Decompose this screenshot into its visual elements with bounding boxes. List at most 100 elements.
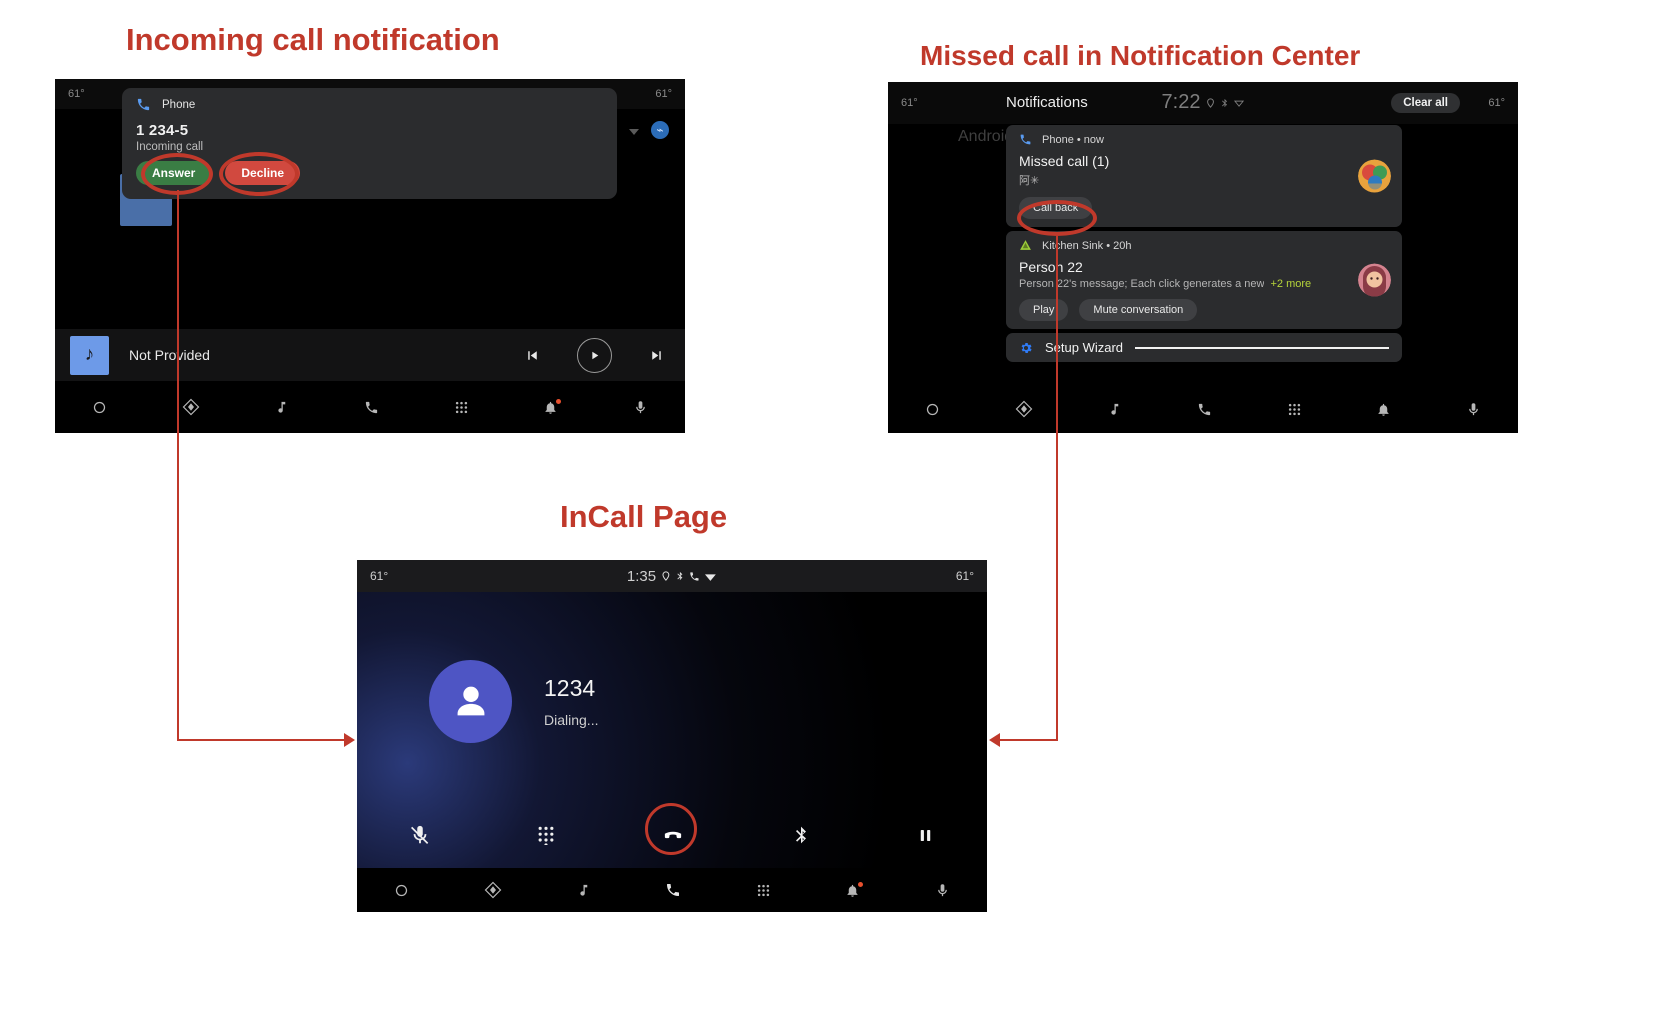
bottom-nav-bar (55, 381, 685, 433)
connector-answer-horizontal (177, 739, 344, 741)
phone-icon[interactable] (364, 400, 379, 415)
microphone-icon[interactable] (935, 883, 950, 898)
skip-next-icon[interactable] (648, 347, 665, 364)
incall-content: 1234 Dialing... (357, 592, 987, 868)
status-temp-right: 61° (1488, 97, 1505, 109)
music-note-icon[interactable] (274, 400, 289, 415)
phone-icon[interactable] (1197, 402, 1212, 417)
media-controls (524, 337, 665, 373)
bottom-nav-bar (357, 868, 987, 912)
phone-icon (1019, 133, 1032, 146)
heads-up-notification[interactable]: Phone 1 234-5 Incoming call Answer Decli… (122, 88, 617, 199)
notification-card-kitchen-sink[interactable]: Kitchen Sink • 20h Person 22 Person 22's… (1006, 231, 1402, 329)
mute-button[interactable] (409, 824, 431, 846)
phone-icon[interactable] (665, 882, 681, 898)
bell-icon[interactable] (543, 398, 562, 415)
person-icon (429, 660, 512, 743)
answer-button[interactable]: Answer (136, 161, 212, 185)
bottom-nav-bar (888, 385, 1518, 433)
home-circle-icon[interactable] (92, 400, 107, 415)
progress-bar (1135, 346, 1389, 349)
card-actions: Play Mute conversation (1019, 299, 1389, 321)
chevron-down-icon (629, 129, 639, 135)
status-clock-group: 1:35 (627, 568, 717, 585)
hun-app-name: Phone (162, 98, 196, 111)
card-app-and-time: Phone • now (1042, 133, 1104, 146)
status-temp-left: 61° (370, 569, 389, 583)
avatar (1358, 159, 1391, 193)
hold-button[interactable] (916, 826, 935, 845)
mute-conversation-button[interactable]: Mute conversation (1079, 299, 1198, 321)
kitchen-sink-icon (1019, 239, 1032, 252)
card-title: Person 22 (1019, 259, 1083, 275)
callee-text: 1234 Dialing... (544, 675, 598, 728)
clear-all-button[interactable]: Clear all (1391, 93, 1460, 113)
hun-header: Phone (136, 97, 603, 112)
dialpad-button[interactable] (536, 825, 556, 845)
location-icon (1205, 97, 1215, 108)
microphone-icon[interactable] (633, 400, 648, 415)
play-icon[interactable] (577, 337, 612, 373)
call-back-button[interactable]: Call back (1019, 197, 1093, 219)
apps-grid-icon[interactable] (1287, 402, 1302, 417)
caption-incall-page: InCall Page (560, 499, 728, 534)
notification-card-missed-call[interactable]: Phone • now Missed call (1) 阿✳ Call back (1006, 125, 1402, 227)
wifi-icon (1233, 97, 1245, 108)
connector-callback-horizontal (1000, 739, 1058, 741)
status-clock: 7:22 (1162, 91, 1245, 114)
bell-icon[interactable] (1376, 402, 1391, 417)
call-icon (689, 571, 700, 582)
callee-name: 1234 (544, 675, 596, 701)
screenshot-notification-center: 61° 61° Notifications 7:22 Clear all And… (888, 82, 1518, 433)
microphone-icon[interactable] (1466, 402, 1481, 417)
card-header: Kitchen Sink • 20h (1019, 239, 1389, 252)
card-app-and-time: Kitchen Sink • 20h (1042, 239, 1132, 252)
call-state: Dialing... (544, 712, 599, 728)
hun-title: 1 234-5 (136, 122, 189, 139)
wifi-icon (704, 570, 717, 583)
navigation-diamond-icon[interactable] (484, 881, 502, 899)
navigation-diamond-icon[interactable] (1015, 400, 1033, 418)
play-button[interactable]: Play (1019, 299, 1069, 321)
diagram-canvas: Incoming call notification Missed call i… (0, 0, 1672, 1022)
caption-incoming-call: Incoming call notification (126, 22, 500, 57)
hun-subtitle: Incoming call (136, 141, 204, 153)
status-temp-right: 61° (655, 88, 672, 100)
status-temp-left: 61° (901, 97, 918, 109)
avatar (1358, 263, 1391, 297)
end-call-button[interactable] (660, 822, 686, 848)
hun-actions: Answer Decline (136, 161, 603, 185)
callee-info: 1234 Dialing... (429, 660, 598, 743)
apps-grid-icon[interactable] (756, 883, 771, 898)
bluetooth-icon: ⌁ (651, 121, 669, 139)
status-icons (661, 570, 717, 583)
bluetooth-icon (675, 571, 685, 581)
home-circle-icon[interactable] (394, 883, 409, 898)
decline-button[interactable]: Decline (225, 161, 301, 185)
music-note-icon[interactable] (576, 883, 591, 898)
screenshot-incall-page: 61° 1:35 61° 1234 Dialing... (357, 560, 987, 912)
notification-center-title: Notifications (1006, 94, 1088, 111)
navigation-diamond-icon[interactable] (182, 398, 200, 416)
bluetooth-button[interactable] (791, 825, 811, 845)
card-body: 阿✳ (1019, 175, 1040, 187)
card-title: Missed call (1) (1019, 153, 1110, 169)
arrowhead-callback (989, 733, 1000, 747)
music-note-icon[interactable] (1107, 402, 1122, 417)
media-bar[interactable]: ♪ Not Provided (55, 329, 685, 381)
status-temp-left: 61° (68, 88, 85, 100)
bell-icon[interactable] (845, 881, 864, 898)
notification-badge (858, 881, 864, 887)
phone-icon (136, 97, 151, 112)
notification-badge (556, 398, 562, 404)
notification-card-setup-wizard[interactable]: Setup Wizard (1006, 333, 1402, 362)
status-icons (1205, 97, 1245, 108)
skip-previous-icon[interactable] (524, 347, 541, 364)
media-track-title: Not Provided (129, 347, 210, 363)
card-header: Phone • now (1019, 133, 1389, 146)
status-clock: 1:35 (626, 567, 657, 585)
arrowhead-answer (344, 733, 355, 747)
apps-grid-icon[interactable] (454, 400, 469, 415)
home-circle-icon[interactable] (925, 402, 940, 417)
card-body-row: Person 22's message; Each click generate… (1019, 275, 1389, 290)
